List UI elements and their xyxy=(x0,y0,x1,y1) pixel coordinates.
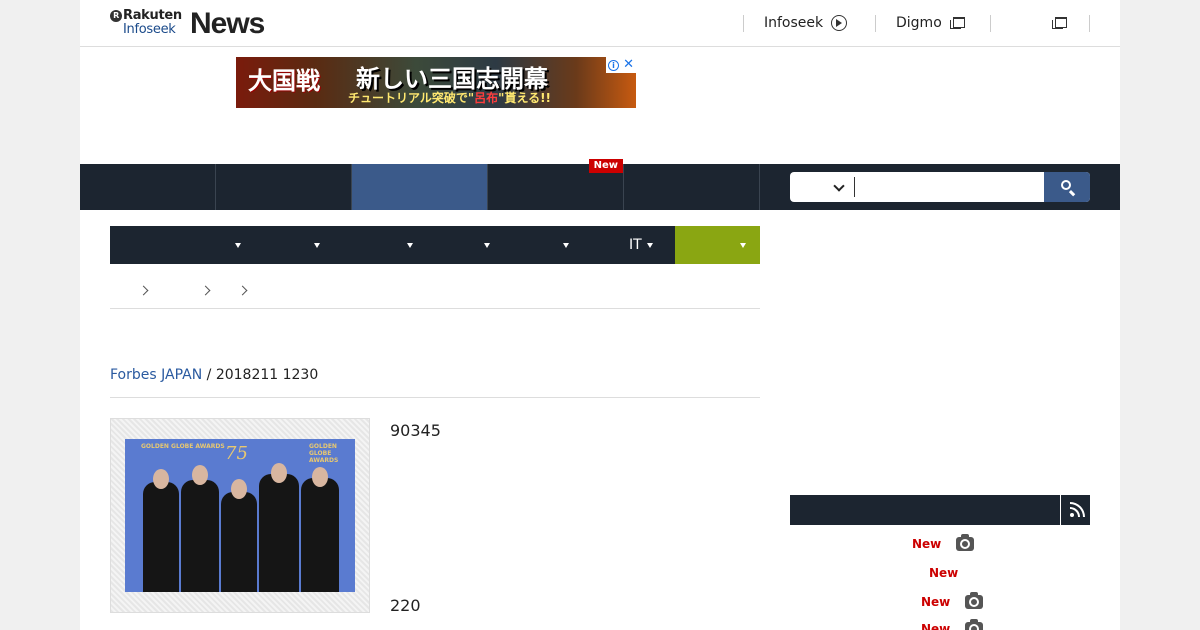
subnav-item-1[interactable] xyxy=(230,226,241,264)
ranking-header xyxy=(790,495,1090,525)
subnav-item-it[interactable]: IT xyxy=(629,226,653,264)
logo-brand-top: R Rakuten xyxy=(110,8,182,23)
article-photo-frame[interactable]: GOLDEN GLOBE AWARDS 75 GOLDEN GLOBE AWAR… xyxy=(110,418,370,613)
search-input[interactable] xyxy=(854,177,1040,197)
ranking-item[interactable]: New xyxy=(912,534,975,553)
caret-down-icon xyxy=(484,242,490,248)
ad-banner[interactable]: 大国戦 新しい三国志開幕 チュートリアル突破で"呂布"貰える!! i ✕ xyxy=(236,57,636,108)
chevron-right-icon xyxy=(237,285,248,296)
ad-subline-pre: チュートリアル突破で xyxy=(348,91,468,105)
ranking-item[interactable]: New xyxy=(921,619,984,630)
nav-new-badge: New xyxy=(588,159,623,173)
photo-person xyxy=(221,492,257,592)
rss-icon-arc xyxy=(1070,502,1085,517)
logo-brand-sub: Infoseek xyxy=(123,22,176,37)
ranking-new-badge: New xyxy=(912,537,942,551)
meta-divider xyxy=(110,397,760,398)
camera-icon xyxy=(965,592,984,609)
nav-tab-2[interactable] xyxy=(216,164,352,210)
camera-icon xyxy=(965,619,984,630)
rakuten-infoseek-news-logo[interactable]: R Rakuten Infoseek News xyxy=(110,8,270,40)
ad-subline-highlight: 呂布 xyxy=(474,91,499,105)
logo-brand-top-text: Rakuten xyxy=(123,8,182,23)
main-nav: New xyxy=(80,159,1120,210)
caret-down-icon xyxy=(563,242,569,248)
article-number-top: 90345 xyxy=(390,421,441,440)
ad-controls: i ✕ xyxy=(606,57,636,73)
photo-person xyxy=(143,482,179,592)
header-link-digmo-label: Digmo xyxy=(896,15,942,31)
nav-tab-4[interactable]: New xyxy=(488,159,624,210)
caret-down-icon xyxy=(646,242,653,248)
header-divider xyxy=(990,15,991,32)
subnav-item-5[interactable] xyxy=(558,226,569,264)
article-source-link[interactable]: Forbes JAPAN xyxy=(110,367,202,383)
nav-tab-3-active[interactable] xyxy=(352,164,488,210)
ranking-new-badge: New xyxy=(929,566,959,580)
new-window-icon xyxy=(1052,17,1067,29)
ranking-new-badge: New xyxy=(921,622,951,630)
caret-down-icon xyxy=(314,242,320,248)
site-header: R Rakuten Infoseek News Infoseek Digmo xyxy=(80,0,1120,47)
photo-person-head xyxy=(271,463,287,483)
header-link-digmo[interactable]: Digmo xyxy=(896,15,965,31)
subnav-item-active-inner xyxy=(735,226,746,264)
new-window-icon xyxy=(949,17,965,29)
subnav-item-4[interactable] xyxy=(479,226,490,264)
photo-person xyxy=(181,480,219,592)
photo-logo-75: 75 xyxy=(225,443,248,464)
photo-badge-left: GOLDEN GLOBE AWARDS xyxy=(141,443,225,450)
header-link-infoseek[interactable]: Infoseek xyxy=(764,15,848,31)
photo-person-head xyxy=(312,467,328,487)
search-button[interactable] xyxy=(1044,172,1090,202)
header-link-external[interactable] xyxy=(1044,15,1067,31)
caret-down-icon xyxy=(235,242,241,248)
nav-tab-1[interactable] xyxy=(80,164,216,210)
caret-down-icon xyxy=(407,242,413,248)
ad-subline: チュートリアル突破で"呂布"貰える!! xyxy=(348,91,552,105)
camera-icon xyxy=(956,534,975,551)
search-box xyxy=(790,172,1090,202)
article-photo: GOLDEN GLOBE AWARDS 75 GOLDEN GLOBE AWAR… xyxy=(125,439,355,592)
chevron-right-icon xyxy=(138,285,149,296)
photo-person-head xyxy=(192,465,208,485)
header-divider xyxy=(1089,15,1090,32)
ranking-item[interactable]: New xyxy=(929,564,958,582)
circle-arrow-icon xyxy=(831,15,848,31)
category-subnav: IT xyxy=(110,226,760,264)
nav-tab-5[interactable] xyxy=(624,164,760,210)
photo-person-head xyxy=(231,479,247,499)
caret-down-icon xyxy=(740,242,746,248)
ad-logo-text: 大国戦 xyxy=(248,66,320,95)
ad-subline-post: 貰える!! xyxy=(504,91,552,105)
ad-info-icon[interactable]: i xyxy=(608,59,620,71)
logo-brand-news: News xyxy=(190,7,265,40)
article-date: 2018211 1230 xyxy=(215,367,319,383)
photo-badge-right: GOLDEN GLOBE AWARDS xyxy=(309,443,339,464)
rss-button[interactable] xyxy=(1060,495,1090,525)
ranking-new-badge: New xyxy=(921,595,951,609)
meta-separator: / xyxy=(202,367,216,383)
article-number-bottom: 220 xyxy=(390,596,421,615)
header-divider xyxy=(875,15,876,32)
page: R Rakuten Infoseek News Infoseek Digmo 大国… xyxy=(80,0,1120,630)
photo-person xyxy=(301,478,339,592)
subnav-item-3[interactable] xyxy=(402,226,413,264)
breadcrumb xyxy=(110,283,760,309)
ranking-item[interactable]: New xyxy=(921,592,984,611)
rakuten-r-icon: R xyxy=(110,10,122,22)
subnav-item-label: IT xyxy=(629,237,642,253)
subnav-item-2[interactable] xyxy=(309,226,320,264)
subnav-item-active[interactable] xyxy=(675,226,760,264)
header-divider xyxy=(743,15,744,32)
search-icon xyxy=(1061,180,1071,190)
ad-close-icon[interactable]: ✕ xyxy=(623,58,634,72)
article-meta: Forbes JAPAN / 2018211 1230 xyxy=(110,367,318,383)
chevron-right-icon xyxy=(200,285,211,296)
photo-person-head xyxy=(153,469,169,489)
header-link-infoseek-label: Infoseek xyxy=(764,15,824,31)
photo-person xyxy=(259,474,299,592)
search-category-select[interactable] xyxy=(790,172,852,202)
